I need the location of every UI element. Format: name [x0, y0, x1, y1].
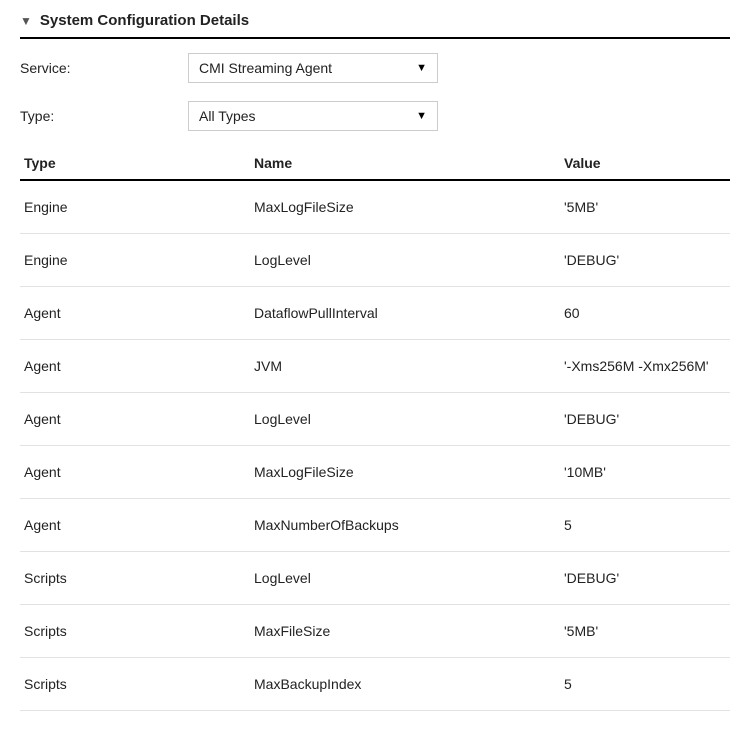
- service-filter-row: Service: CMI Streaming Agent ▼: [20, 53, 730, 83]
- table-row[interactable]: AgentMaxLogFileSize'10MB': [20, 446, 730, 499]
- cell-type: Agent: [20, 393, 250, 446]
- table-row[interactable]: ScriptsLogLevel'DEBUG': [20, 552, 730, 605]
- cell-name: LogLevel: [250, 234, 560, 287]
- service-label: Service:: [20, 60, 188, 76]
- service-select[interactable]: CMI Streaming Agent ▼: [188, 53, 438, 83]
- collapse-triangle-icon: ▼: [20, 15, 32, 27]
- cell-type: Agent: [20, 499, 250, 552]
- cell-name: DataflowPullInterval: [250, 287, 560, 340]
- table-row[interactable]: EngineLogLevel'DEBUG': [20, 234, 730, 287]
- cell-value: 'DEBUG': [560, 393, 730, 446]
- cell-type: Engine: [20, 234, 250, 287]
- cell-value: '-Xms256M -Xmx256M': [560, 340, 730, 393]
- cell-name: MaxFileSize: [250, 605, 560, 658]
- cell-type: Scripts: [20, 658, 250, 711]
- chevron-down-icon: ▼: [416, 110, 427, 122]
- cell-type: Engine: [20, 180, 250, 234]
- section-header[interactable]: ▼ System Configuration Details: [20, 8, 730, 39]
- header-value[interactable]: Value: [560, 149, 730, 180]
- cell-name: MaxNumberOfBackups: [250, 499, 560, 552]
- table-header-row: Type Name Value: [20, 149, 730, 180]
- section-title: System Configuration Details: [40, 12, 249, 29]
- cell-value: 5: [560, 499, 730, 552]
- table-row[interactable]: AgentMaxNumberOfBackups5: [20, 499, 730, 552]
- table-row[interactable]: AgentLogLevel'DEBUG': [20, 393, 730, 446]
- cell-value: '5MB': [560, 180, 730, 234]
- cell-value: 5: [560, 658, 730, 711]
- type-filter-row: Type: All Types ▼: [20, 101, 730, 131]
- cell-type: Scripts: [20, 552, 250, 605]
- cell-type: Agent: [20, 340, 250, 393]
- type-select[interactable]: All Types ▼: [188, 101, 438, 131]
- cell-type: Agent: [20, 287, 250, 340]
- table-row[interactable]: ScriptsMaxBackupIndex5: [20, 658, 730, 711]
- cell-name: MaxBackupIndex: [250, 658, 560, 711]
- cell-value: '10MB': [560, 446, 730, 499]
- table-row[interactable]: EngineMaxLogFileSize'5MB': [20, 180, 730, 234]
- cell-type: Scripts: [20, 605, 250, 658]
- cell-value: '5MB': [560, 605, 730, 658]
- header-name[interactable]: Name: [250, 149, 560, 180]
- type-select-value: All Types: [199, 108, 256, 124]
- filters-panel: Service: CMI Streaming Agent ▼ Type: All…: [20, 53, 730, 131]
- header-type[interactable]: Type: [20, 149, 250, 180]
- chevron-down-icon: ▼: [416, 62, 427, 74]
- table-row[interactable]: AgentDataflowPullInterval60: [20, 287, 730, 340]
- cell-name: MaxLogFileSize: [250, 180, 560, 234]
- cell-type: Agent: [20, 446, 250, 499]
- cell-name: LogLevel: [250, 552, 560, 605]
- cell-value: 60: [560, 287, 730, 340]
- cell-name: MaxLogFileSize: [250, 446, 560, 499]
- table-row[interactable]: ScriptsMaxFileSize'5MB': [20, 605, 730, 658]
- config-table: Type Name Value EngineMaxLogFileSize'5MB…: [20, 149, 730, 711]
- service-select-value: CMI Streaming Agent: [199, 60, 332, 76]
- cell-value: 'DEBUG': [560, 234, 730, 287]
- table-row[interactable]: AgentJVM'-Xms256M -Xmx256M': [20, 340, 730, 393]
- cell-name: LogLevel: [250, 393, 560, 446]
- cell-name: JVM: [250, 340, 560, 393]
- cell-value: 'DEBUG': [560, 552, 730, 605]
- type-label: Type:: [20, 108, 188, 124]
